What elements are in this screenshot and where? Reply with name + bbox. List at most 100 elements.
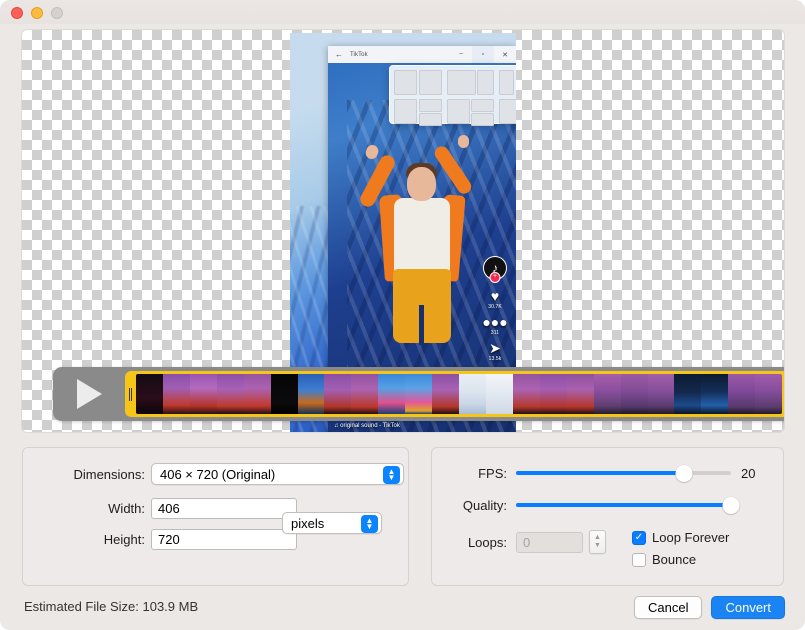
snap-cell xyxy=(394,70,417,95)
preview-canvas: ← TikTok − ▫ ✕ xyxy=(22,30,784,432)
snap-option-halves xyxy=(394,70,442,95)
stepper-up-icon[interactable]: ▲ xyxy=(594,534,601,542)
quality-label: Quality: xyxy=(452,498,507,513)
snap-column-2 xyxy=(447,70,495,119)
sound-label: ♫ original sound - TikTok xyxy=(334,423,462,429)
snap-stack xyxy=(471,99,494,126)
follow-plus-icon: + xyxy=(490,272,501,283)
filmstrip-frame xyxy=(432,374,459,414)
width-label: Width: xyxy=(44,501,145,516)
like-action: ♥ 30.7K xyxy=(488,289,502,310)
bounce-checkbox[interactable] xyxy=(632,553,646,567)
close-window-button[interactable] xyxy=(11,7,23,19)
units-select[interactable]: pixels ▲ ▼ xyxy=(282,512,382,534)
tiktok-window-title: TikTok xyxy=(350,52,368,58)
filmstrip-frame xyxy=(217,374,244,414)
stepper-down-icon[interactable]: ▼ xyxy=(594,542,601,550)
dimensions-row: Dimensions: 406 × 720 (Original) ▲ ▼ xyxy=(44,463,404,485)
avatar: ♪ + xyxy=(483,256,507,280)
share-action: ➤ 13.5k xyxy=(489,341,502,362)
snap-cell xyxy=(499,70,514,95)
bounce-checkbox-group[interactable]: Bounce xyxy=(632,552,696,567)
trim-region[interactable] xyxy=(125,371,784,417)
bounce-label: Bounce xyxy=(652,552,696,567)
handle-grip-line xyxy=(131,388,132,401)
estimated-file-size: Estimated File Size: 103.9 MB xyxy=(24,599,198,614)
dimensions-value: 406 × 720 (Original) xyxy=(160,467,275,482)
quality-slider[interactable] xyxy=(516,496,731,514)
filmstrip-frames xyxy=(136,374,782,414)
slider-knob[interactable] xyxy=(675,465,692,482)
loops-stepper[interactable]: ▲ ▼ xyxy=(589,530,606,554)
dimensions-label: Dimensions: xyxy=(44,467,145,482)
heart-icon: ♥ xyxy=(491,289,499,303)
snap-cell xyxy=(447,70,476,95)
comment-icon: ●●● xyxy=(482,315,507,329)
bounce-row[interactable]: Bounce xyxy=(632,552,696,567)
fps-slider[interactable] xyxy=(516,464,731,482)
height-row: Height: 720 xyxy=(44,529,297,550)
trim-start-handle[interactable] xyxy=(125,371,136,417)
snap-column-3 xyxy=(499,70,516,119)
traffic-light-group xyxy=(11,7,63,19)
comment-count: 311 xyxy=(491,330,499,336)
fps-label: FPS: xyxy=(452,466,507,481)
loops-input[interactable]: 0 xyxy=(516,532,583,553)
filmstrip-frame xyxy=(459,374,486,414)
cancel-button[interactable]: Cancel xyxy=(634,596,702,619)
filmstrip-frame xyxy=(271,374,298,414)
filmstrip-frame xyxy=(324,374,351,414)
zoom-window-button[interactable] xyxy=(51,7,63,19)
like-count: 30.7K xyxy=(488,304,502,310)
width-input[interactable]: 406 xyxy=(151,498,297,519)
loop-forever-checkbox[interactable]: ✓ xyxy=(632,531,646,545)
slider-knob[interactable] xyxy=(723,497,740,514)
snap-cell xyxy=(471,113,494,126)
chevron-down: ▼ xyxy=(388,475,396,481)
slider-fill xyxy=(516,471,684,475)
play-button[interactable] xyxy=(53,367,125,421)
loop-forever-checkbox-group[interactable]: ✓ Loop Forever xyxy=(632,530,729,545)
snap-cell xyxy=(447,99,470,124)
snap-cell xyxy=(516,70,517,95)
filmstrip-frame xyxy=(298,374,325,414)
filmstrip-frame xyxy=(163,374,190,414)
filmstrip-frame xyxy=(728,374,755,414)
right-arm xyxy=(432,144,474,197)
head xyxy=(407,167,436,201)
trim-end-handle[interactable] xyxy=(782,371,784,417)
output-options-group: FPS: 20 Quality: Loops: 0 ▲ ▼ xyxy=(431,447,784,586)
snap-option-thirds xyxy=(499,70,516,95)
snap-cell xyxy=(419,99,442,112)
loop-forever-row[interactable]: ✓ Loop Forever xyxy=(632,530,729,545)
filmstrip-frame xyxy=(594,374,621,414)
snap-option-wide-left xyxy=(447,70,495,95)
play-icon xyxy=(77,379,102,409)
units-value: pixels xyxy=(291,516,324,531)
height-input[interactable]: 720 xyxy=(151,529,297,550)
snap-stack xyxy=(419,99,442,126)
snap-option-quarters xyxy=(499,99,516,124)
comment-action: ●●● 311 xyxy=(482,315,507,336)
dimensions-group: Dimensions: 406 × 720 (Original) ▲ ▼ Wid… xyxy=(22,447,409,586)
minimize-window-button[interactable] xyxy=(31,7,43,19)
snap-cell xyxy=(499,99,516,124)
timeline-bar xyxy=(53,367,784,421)
snap-cell xyxy=(394,99,417,124)
maximize-icon: ▫ xyxy=(472,46,494,63)
dimensions-select[interactable]: 406 × 720 (Original) ▲ ▼ xyxy=(151,463,404,485)
snap-cell xyxy=(419,70,442,95)
fps-row: FPS: 20 xyxy=(452,464,767,482)
window-titlebar xyxy=(0,0,805,24)
filmstrip-frame xyxy=(190,374,217,414)
snap-column-1 xyxy=(394,70,442,119)
fps-value: 20 xyxy=(741,466,755,481)
right-hand xyxy=(458,135,469,148)
share-arrow-icon: ➤ xyxy=(489,341,501,355)
convert-button[interactable]: Convert xyxy=(711,596,785,619)
snap-cell xyxy=(419,113,442,126)
window-controls: − ▫ ✕ xyxy=(450,46,516,63)
chevron-updown-icon: ▲ ▼ xyxy=(361,515,378,533)
units-row: pixels ▲ ▼ xyxy=(282,512,382,534)
loops-row: Loops: 0 ▲ ▼ xyxy=(452,530,606,554)
